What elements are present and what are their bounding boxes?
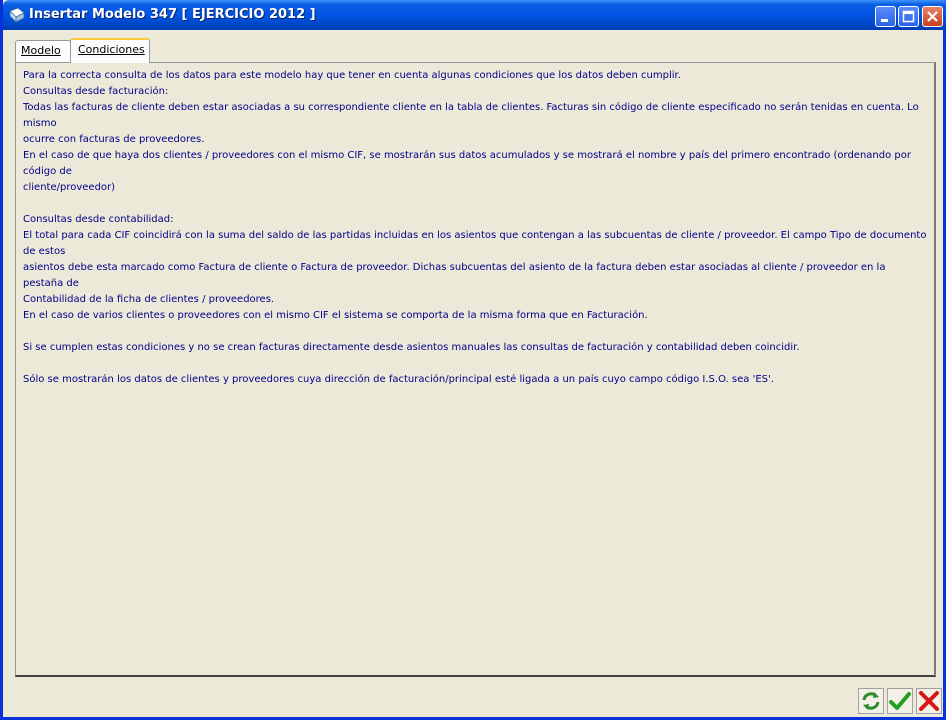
- refresh-icon: [862, 692, 880, 710]
- facturacion-heading: Consultas desde facturación:: [23, 86, 169, 97]
- minimize-icon: [881, 19, 888, 22]
- close-icon: [927, 11, 938, 22]
- contabilidad-paragraph-line: asientos debe esta marcado como Factura …: [23, 262, 886, 289]
- cancel-button[interactable]: [916, 688, 942, 714]
- facturacion-paragraph-line: En el caso de que haya dos clientes / pr…: [23, 150, 911, 177]
- check-icon: [889, 692, 911, 710]
- tab-condiciones-label: Condiciones: [78, 43, 145, 56]
- contabilidad-paragraph-line: En el caso de varios clientes o proveedo…: [23, 310, 648, 321]
- contabilidad-paragraph-line: El total para cada CIF coincidirá con la…: [23, 230, 927, 257]
- contabilidad-heading: Consultas desde contabilidad:: [23, 214, 174, 225]
- window-title: Insertar Modelo 347 [ EJERCICIO 2012 ]: [29, 7, 316, 22]
- accept-button[interactable]: [887, 688, 913, 714]
- conditions-text: Para la correcta consulta de los datos p…: [23, 68, 928, 388]
- coincidir-text: Si se cumplen estas condiciones y no se …: [23, 342, 800, 353]
- app-icon: [9, 7, 25, 23]
- refresh-button[interactable]: [858, 688, 884, 714]
- facturacion-paragraph-line: cliente/proveedor): [23, 182, 116, 193]
- solo-es-text: Sólo se mostrarán los datos de clientes …: [23, 374, 774, 385]
- contabilidad-paragraph-line: Contabilidad de la ficha de clientes / p…: [23, 294, 275, 305]
- tab-modelo-label: Modelo: [21, 44, 61, 57]
- close-button[interactable]: [922, 6, 943, 27]
- facturacion-paragraph-line: ocurre con facturas de proveedores.: [23, 134, 205, 145]
- maximize-button[interactable]: [898, 6, 919, 27]
- tab-panel-condiciones: Para la correcta consulta de los datos p…: [15, 62, 936, 677]
- tab-condiciones[interactable]: Condiciones: [70, 38, 150, 63]
- main-window: Insertar Modelo 347 [ EJERCICIO 2012 ] M…: [0, 0, 946, 720]
- minimize-button[interactable]: [875, 6, 896, 27]
- maximize-icon: [902, 10, 915, 23]
- title-bar[interactable]: Insertar Modelo 347 [ EJERCICIO 2012 ]: [3, 0, 946, 30]
- cancel-icon: [919, 691, 939, 711]
- intro-text: Para la correcta consulta de los datos p…: [23, 70, 681, 81]
- tab-modelo[interactable]: Modelo: [15, 40, 71, 62]
- facturacion-paragraph-line: Todas las facturas de cliente deben esta…: [23, 102, 919, 129]
